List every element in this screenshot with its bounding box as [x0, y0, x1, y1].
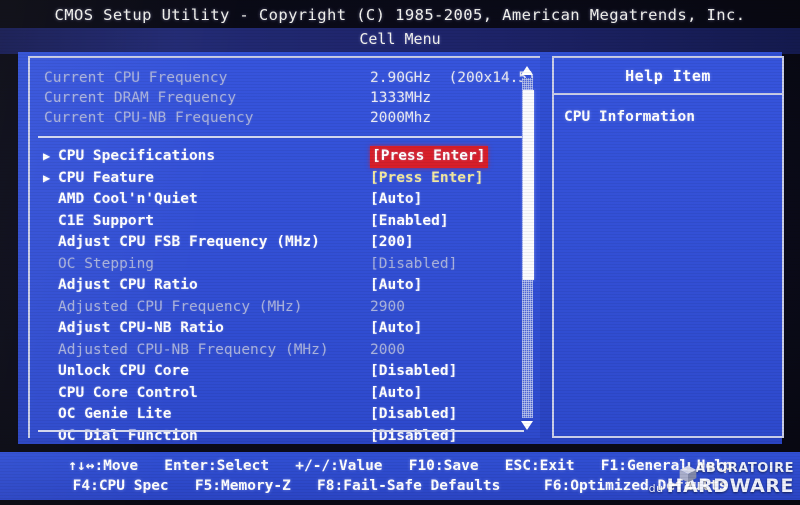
scrollbar-thumb[interactable] [523, 90, 534, 281]
bios-screen: CMOS Setup Utility - Copyright (C) 1985-… [0, 0, 800, 505]
menu-item-label: Adjust CPU FSB Frequency (MHz) [58, 234, 320, 250]
menu-item-value[interactable]: [Disabled] [370, 404, 457, 426]
menu-item[interactable]: OC Dial Function [Disabled] [40, 426, 530, 448]
help-panel-title: Help Item [625, 67, 711, 85]
menu-item-label: AMD Cool'n'Quiet [58, 191, 198, 207]
menu-item[interactable]: OC Stepping [Disabled] [40, 254, 530, 276]
menu-item-value[interactable]: [Press Enter] [370, 168, 484, 190]
menu-item-value-selected[interactable]: [Press Enter] [370, 146, 488, 168]
menu-item-value[interactable]: [Disabled] [370, 361, 457, 383]
menu-item-label: OC Stepping [58, 255, 155, 272]
menu-item-label: OC Dial Function [58, 427, 198, 444]
menu-item-value[interactable]: [Auto] [370, 383, 422, 405]
scroll-up-arrow-icon[interactable] [521, 66, 533, 75]
info-row-value: 2000Mhz [370, 110, 432, 126]
menu-item-value[interactable]: [Disabled] [370, 426, 457, 448]
page-title: Cell Menu [359, 30, 441, 48]
menu-item[interactable]: AMD Cool'n'Quiet [Auto] [40, 189, 530, 211]
menu-item-label: Adjusted CPU Frequency (MHz) [58, 298, 303, 315]
divider-top [38, 136, 524, 138]
info-row: Current CPU Frequency 2.90GHz (200x14.5) [40, 68, 536, 88]
menu-item[interactable]: OC Genie Lite [Disabled] [40, 404, 530, 426]
info-row-label: Current DRAM Frequency [44, 90, 237, 106]
info-row-label: Current CPU-NB Frequency [44, 110, 254, 126]
menu-item[interactable]: ▶ CPU Specifications [Press Enter] [40, 146, 530, 168]
scrollbar-track[interactable] [522, 78, 534, 418]
submenu-arrow-icon: ▶ [43, 170, 51, 185]
scroll-down-arrow-icon[interactable] [521, 421, 533, 430]
menu-item[interactable]: CPU Core Control [Auto] [40, 383, 530, 405]
menu-item-value[interactable]: [Disabled] [370, 254, 457, 276]
help-text: CPU Information [564, 109, 695, 125]
info-row: Current CPU-NB Frequency 2000Mhz [40, 108, 520, 128]
submenu-arrow-icon: ▶ [43, 149, 51, 163]
menu-item-value[interactable]: [Auto] [370, 318, 422, 340]
option-list: ▶ CPU Specifications [Press Enter] ▶ CPU Fea… [40, 146, 530, 447]
menu-item-value[interactable]: 2900 [370, 297, 405, 319]
watermark-line-1: LABORATOIRE [686, 461, 794, 476]
watermark-du: du [648, 482, 664, 495]
menu-item-label: Unlock CPU Core [58, 363, 189, 379]
menu-item[interactable]: Adjusted CPU-NB Frequency (MHz) 2000 [40, 340, 530, 362]
cell-menu-panel: Current CPU Frequency 2.90GHz (200x14.5) C… [28, 56, 540, 444]
menu-item-value[interactable]: [Auto] [370, 275, 422, 297]
menu-item-label: Adjust CPU-NB Ratio [58, 320, 224, 336]
menu-item-value[interactable]: [Auto] [370, 189, 422, 211]
menu-item-label: OC Genie Lite [58, 406, 172, 422]
menu-item[interactable]: Adjust CPU-NB Ratio [Auto] [40, 318, 530, 340]
menu-item-label: CPU Specifications [58, 148, 216, 164]
current-status-list: Current CPU Frequency 2.90GHz (200x14.5) C… [40, 68, 536, 128]
menu-item[interactable]: Adjust CPU FSB Frequency (MHz) [200] [40, 232, 530, 254]
menu-item[interactable]: Adjusted CPU Frequency (MHz) 2900 [40, 297, 530, 319]
help-panel-body: CPU Information [554, 95, 782, 125]
menu-item-label: CPU Feature [58, 169, 155, 186]
watermark-line-2: du HARDWARE [649, 477, 794, 496]
menu-item-label: CPU Core Control [58, 384, 198, 401]
menu-scrollbar[interactable] [521, 66, 534, 430]
menu-item[interactable]: ▶ CPU Feature [Press Enter] [40, 168, 530, 190]
menu-item-label: C1E Support [58, 212, 155, 229]
divider-bottom [38, 430, 524, 432]
watermark: LABORATOIRE du HARDWARE [649, 462, 794, 496]
info-row: Current DRAM Frequency 1333MHz [40, 88, 520, 108]
menu-item-value[interactable]: [200] [370, 232, 414, 254]
info-row-value: 1333MHz [370, 90, 432, 106]
menu-item[interactable]: C1E Support [Enabled] [40, 211, 530, 233]
menu-item-label: Adjust CPU Ratio [58, 277, 198, 293]
window-title: CMOS Setup Utility - Copyright (C) 1985-… [54, 6, 746, 24]
menu-item[interactable]: Adjust CPU Ratio [Auto] [40, 275, 530, 297]
menu-item-value[interactable]: 2000 [370, 340, 405, 362]
menu-item-label: Adjusted CPU-NB Frequency (MHz) [58, 341, 329, 358]
cube-logo-icon [679, 465, 697, 483]
menu-item-value[interactable]: [Enabled] [370, 211, 449, 233]
info-row-label: Current CPU Frequency [44, 70, 228, 86]
info-row-value: 2.90GHz (200x14.5) [370, 70, 536, 86]
menu-item[interactable]: Unlock CPU Core [Disabled] [40, 361, 530, 383]
help-panel: Help Item CPU Information [552, 56, 784, 438]
